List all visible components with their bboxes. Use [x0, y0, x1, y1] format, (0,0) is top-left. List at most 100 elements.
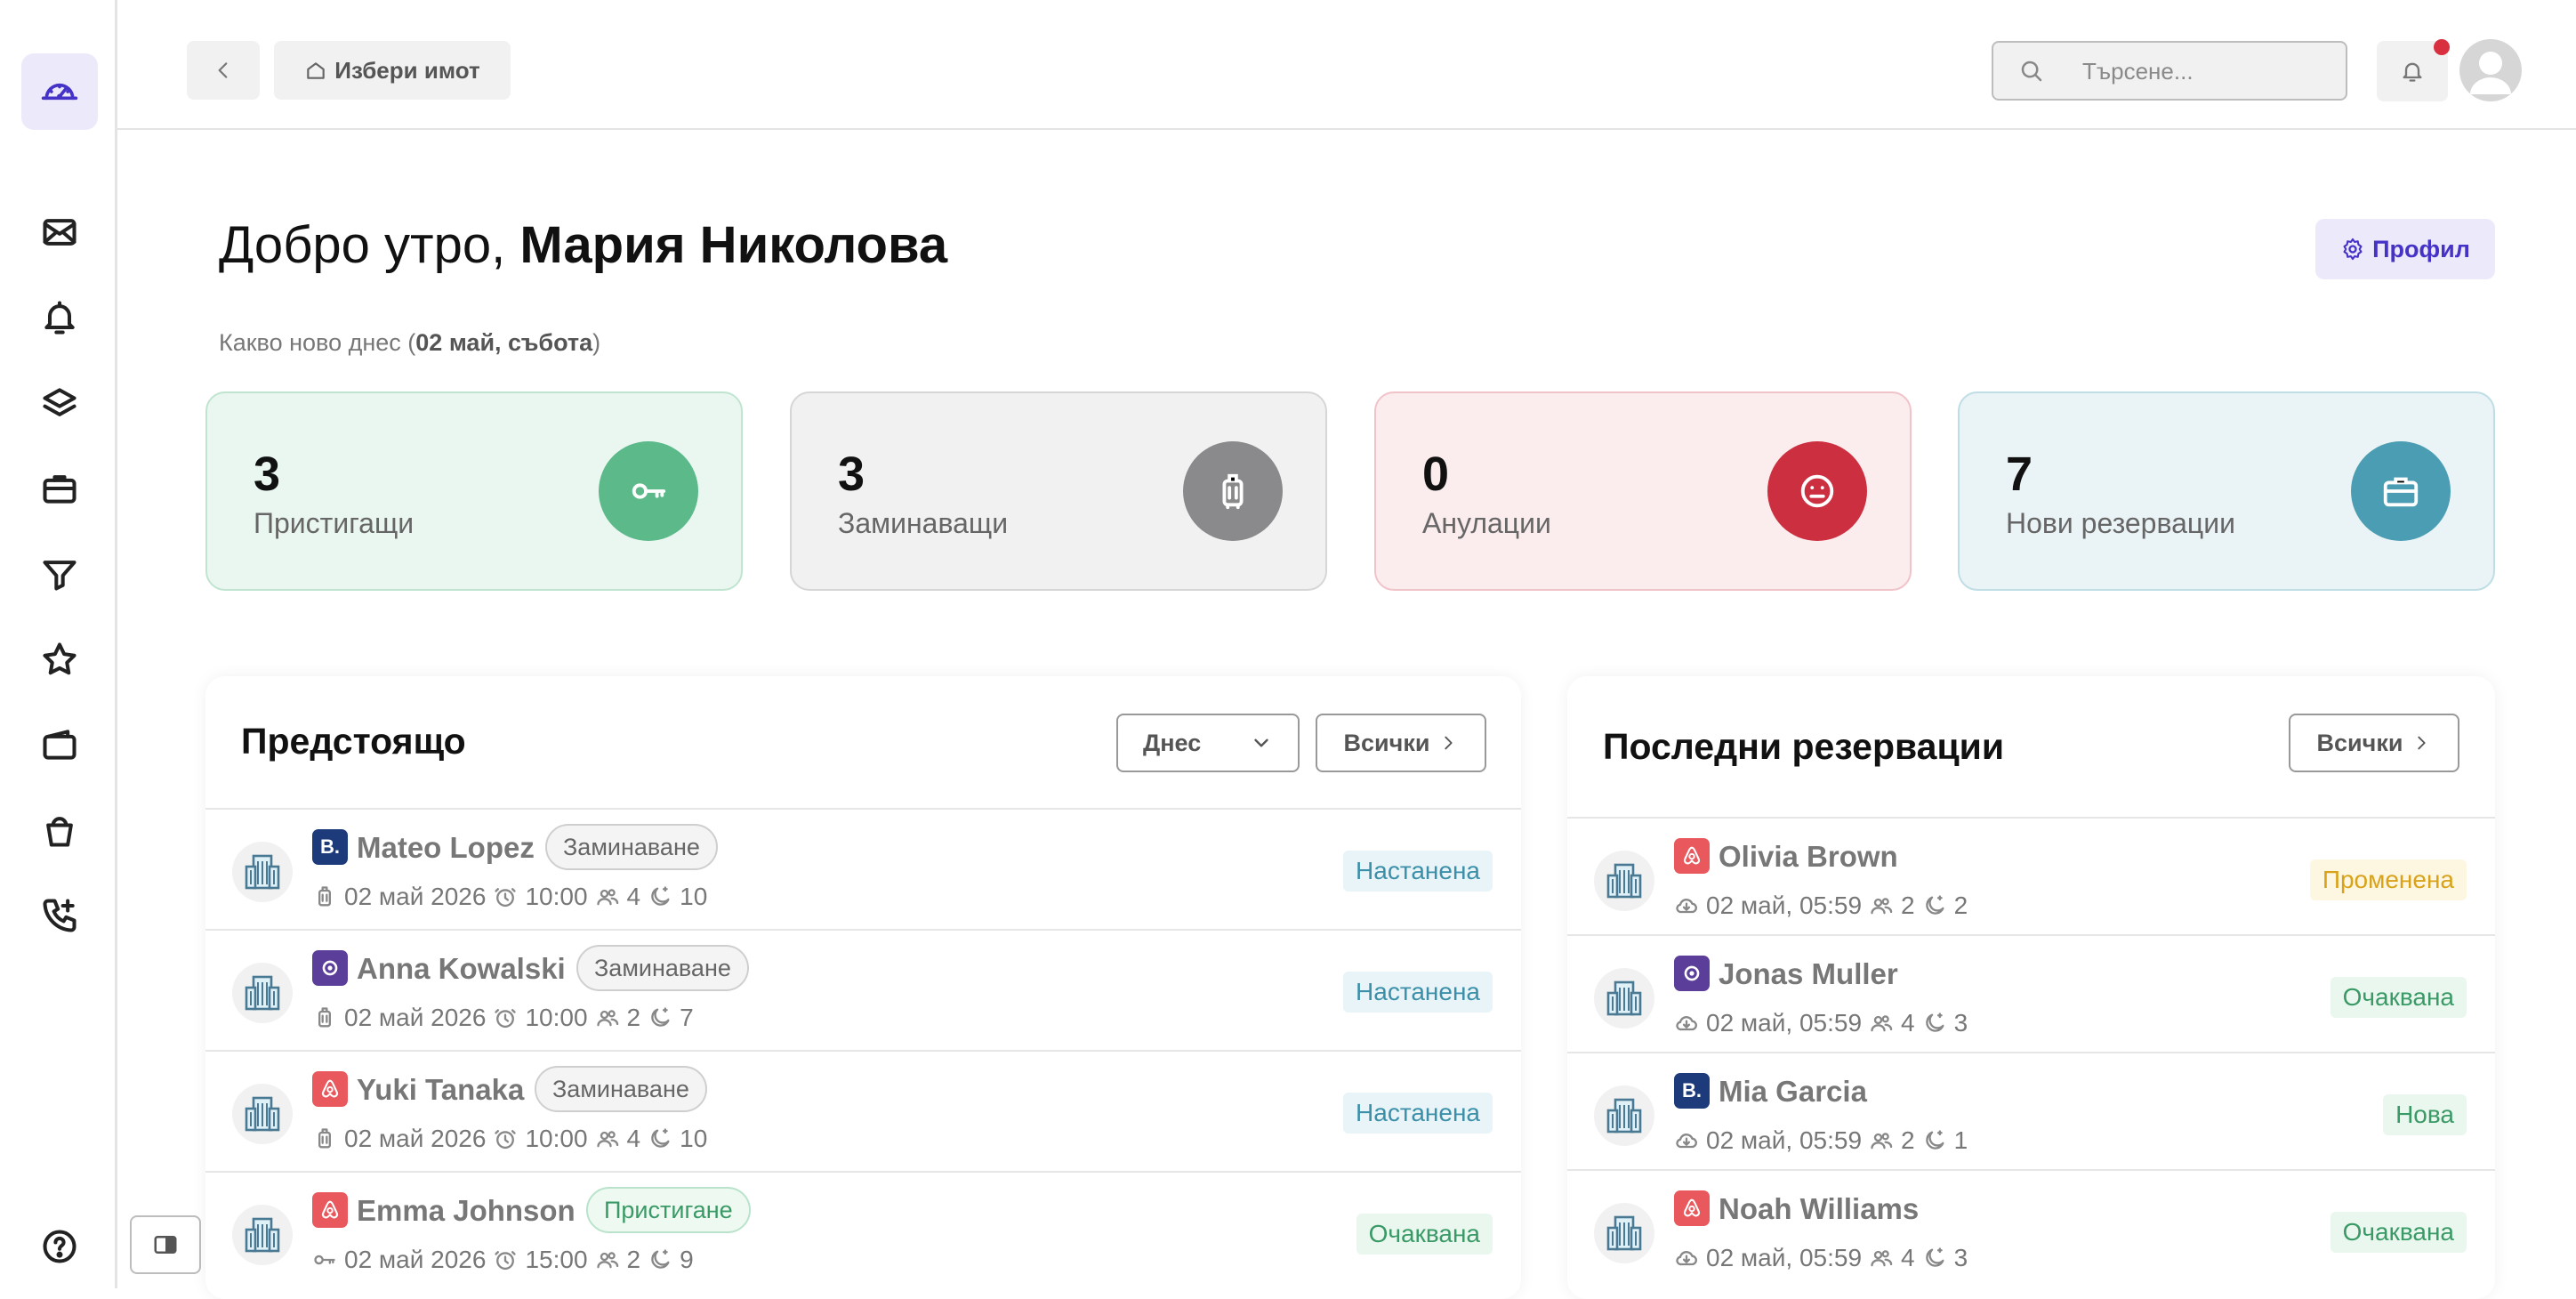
stat-label: Заминаващи — [838, 507, 1009, 539]
booking-created: 02 май, 05:59 — [1706, 1244, 1863, 1271]
upcoming-row[interactable]: Emma Johnson Пристигане 02 май 2026 15:00 2 9… — [205, 1171, 1521, 1292]
booking-type-tag: Пристигане — [586, 1187, 751, 1233]
search-box — [1992, 41, 2347, 101]
luggage-icon — [318, 886, 331, 907]
stat-value: 3 — [254, 448, 281, 501]
cloud-download-icon — [1676, 899, 1697, 914]
sidebar-item-filters[interactable] — [21, 536, 98, 612]
upcoming-row[interactable]: B. Mateo Lopez Заминаване 02 май 2026 10:00 4… — [205, 808, 1521, 929]
star-icon — [43, 642, 76, 675]
recent-booking-row[interactable]: Noah Williams 02 май, 05:59 4 3 Очаквана — [1567, 1169, 2495, 1290]
moon-icon — [651, 1128, 670, 1148]
recent-all-button[interactable]: Всички — [2289, 714, 2459, 772]
moon-icon — [1925, 1247, 1944, 1267]
booking-created: 02 май, 05:59 — [1706, 1126, 1863, 1154]
guest-name: Mateo Lopez — [357, 831, 535, 864]
chevron-down-icon — [1254, 738, 1268, 747]
booking-created: 02 май, 05:59 — [1706, 892, 1863, 919]
subtitle-date: 02 май, събота — [415, 329, 593, 356]
sidebar — [0, 0, 117, 1288]
property-logo — [1594, 1085, 1654, 1146]
night-count: 2 — [1953, 892, 1968, 919]
period-select[interactable]: Днес — [1116, 714, 1300, 772]
profile-button[interactable]: Профил — [2315, 219, 2495, 279]
sidebar-item-properties[interactable] — [21, 365, 98, 441]
night-count: 10 — [680, 883, 708, 910]
sidebar-item-reviews[interactable] — [21, 621, 98, 698]
booking-type-tag: Заминаване — [545, 824, 718, 870]
guest-name: Olivia Brown — [1719, 840, 1898, 873]
stat-card-departures[interactable]: 3 Заминаващи — [790, 391, 1327, 591]
moon-icon — [1925, 1013, 1944, 1032]
recent-bookings-panel: Последни резервации Всички Olivia Brown 0… — [1567, 676, 2495, 1299]
recent-booking-row[interactable]: B. Mia Garcia 02 май, 05:59 2 1 Нова — [1567, 1052, 2495, 1173]
sidebar-item-cleaning[interactable] — [21, 792, 98, 868]
key-icon — [632, 483, 666, 499]
stat-icon-circle — [599, 441, 698, 541]
stat-card-new-bookings[interactable]: 7 Нови резервации — [1958, 391, 2495, 591]
briefcase-icon — [43, 475, 76, 504]
guest-count: 4 — [1901, 1009, 1915, 1037]
select-property-button[interactable]: Избери имот — [274, 41, 511, 100]
alarm-clock-icon — [495, 1251, 517, 1271]
page-subtitle: Какво ново днес (02 май, събота) — [219, 329, 600, 357]
booking-meta: 02 май 2026 10:00 2 7 — [312, 1004, 694, 1032]
gear-icon — [2343, 238, 2363, 261]
upcoming-row[interactable]: Yuki Tanaka Заминаване 02 май 2026 10:00 4 10… — [205, 1050, 1521, 1171]
upcoming-all-button[interactable]: Всички — [1316, 714, 1486, 772]
panel-icon — [154, 1236, 177, 1254]
stat-card-cancellations[interactable]: 0 Анулации — [1374, 391, 1912, 591]
stat-value: 7 — [2006, 448, 2033, 501]
stat-value: 0 — [1422, 448, 1450, 501]
guests-icon — [1871, 1133, 1893, 1150]
building-icon — [245, 975, 280, 1011]
subtitle-prefix: Какво ново днес ( — [219, 329, 416, 356]
property-logo — [232, 1205, 293, 1265]
vrbo-channel-icon — [312, 950, 348, 986]
chevron-right-icon — [1445, 736, 1453, 750]
sidebar-toggle-button[interactable] — [130, 1215, 201, 1274]
status-badge: Настанена — [1343, 972, 1493, 1013]
sidebar-item-dashboard[interactable] — [21, 53, 98, 130]
search-input[interactable] — [2082, 53, 2331, 89]
booking-meta: 02 май, 05:59 4 3 — [1674, 1244, 1968, 1272]
greeting-prefix: Добро утро, — [219, 216, 506, 274]
alarm-clock-icon — [495, 1009, 517, 1029]
building-icon — [1606, 1098, 1642, 1134]
wallet-icon — [43, 730, 76, 760]
dashboard-icon — [41, 83, 78, 101]
luggage-icon — [1222, 473, 1244, 510]
cloud-download-icon — [1676, 1016, 1697, 1031]
back-button[interactable] — [187, 41, 260, 100]
status-badge: Променена — [2309, 859, 2467, 900]
sidebar-item-messages[interactable] — [21, 194, 98, 270]
booking-meta: 02 май 2026 10:00 4 10 — [312, 1125, 707, 1153]
building-icon — [245, 854, 280, 890]
vrbo-channel-icon — [1674, 956, 1710, 991]
user-avatar-icon — [2470, 52, 2511, 94]
status-badge: Очаквана — [2330, 1212, 2467, 1253]
moon-icon — [651, 1007, 670, 1027]
upcoming-row[interactable]: Anna Kowalski Заминаване 02 май 2026 10:00 2… — [205, 929, 1521, 1050]
sidebar-item-notifications[interactable] — [21, 279, 98, 356]
avatar[interactable] — [2459, 39, 2522, 101]
night-count: 7 — [680, 1004, 694, 1031]
sidebar-item-bookings[interactable] — [21, 450, 98, 527]
stat-card-arrivals[interactable]: 3 Пристигащи — [205, 391, 743, 591]
sidebar-item-help[interactable] — [21, 1208, 98, 1285]
status-badge: Нова — [2383, 1094, 2467, 1135]
notification-dot — [2434, 39, 2450, 55]
stat-icon-circle — [1183, 441, 1283, 541]
booking-time: 15:00 — [525, 1246, 588, 1273]
stat-icon-circle — [1767, 441, 1867, 541]
briefcase-icon — [2383, 477, 2419, 507]
recent-booking-row[interactable]: Jonas Muller 02 май, 05:59 4 3 Очаквана — [1567, 934, 2495, 1055]
booking-meta: 02 май 2026 10:00 4 10 — [312, 883, 707, 911]
guest-name: Mia Garcia — [1719, 1075, 1867, 1108]
recent-booking-row[interactable]: Olivia Brown 02 май, 05:59 2 2 Променена — [1567, 817, 2495, 938]
booking-time: 10:00 — [525, 1004, 588, 1031]
airbnb-channel-icon — [1674, 838, 1710, 874]
sidebar-item-calls[interactable] — [21, 877, 98, 954]
moon-icon — [651, 886, 670, 906]
sidebar-item-wallet[interactable] — [21, 706, 98, 783]
